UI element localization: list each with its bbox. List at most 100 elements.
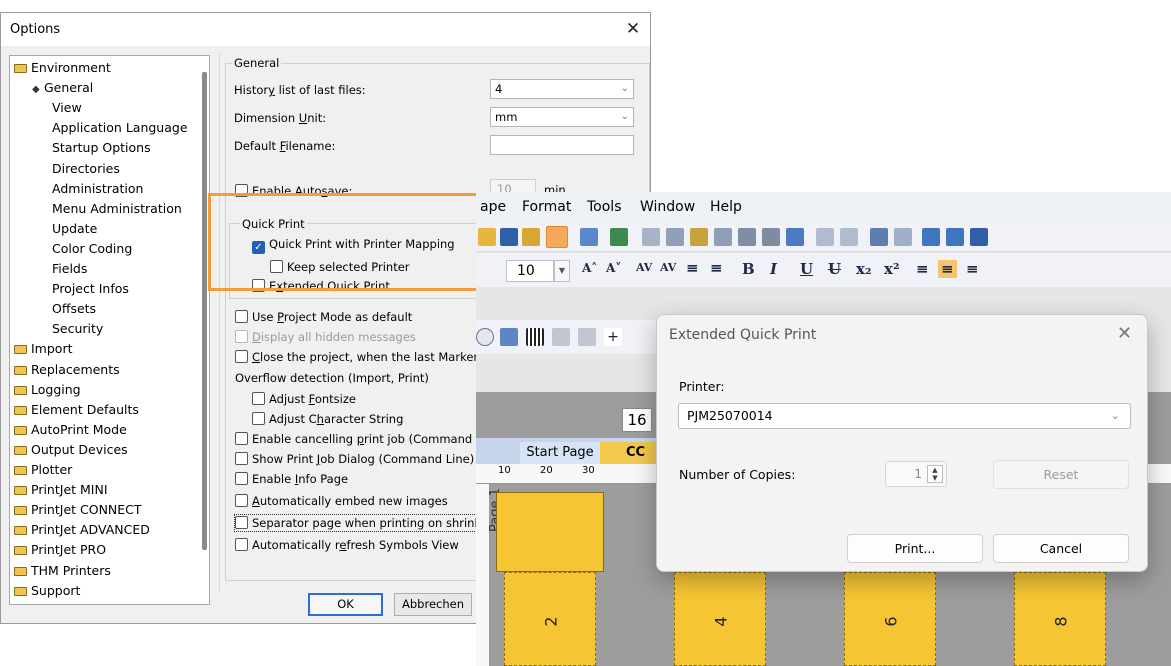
tree-item[interactable]: PrintJet CONNECT xyxy=(14,500,142,520)
menu-format[interactable]: Format xyxy=(522,192,571,222)
list-icon[interactable]: ≡ xyxy=(710,259,723,277)
counter-icon[interactable] xyxy=(552,328,570,346)
display-hidden-messages-checkbox[interactable]: Display all hidden messages xyxy=(235,329,416,345)
adjust-fontsize-checkbox[interactable]: Adjust Fontsize xyxy=(252,391,356,407)
undo-icon[interactable] xyxy=(870,228,888,246)
tree-item[interactable]: Replacements xyxy=(14,360,120,380)
ok-button[interactable]: OK xyxy=(308,593,383,616)
tree-item[interactable]: Application Language xyxy=(52,118,188,138)
print-button[interactable]: Print... xyxy=(847,534,983,563)
menu-shape[interactable]: ape xyxy=(480,192,506,222)
separator-page-checkbox[interactable]: Separator page when printing on shrink t… xyxy=(234,514,505,532)
char-spacing-icon[interactable]: AV xyxy=(636,261,652,274)
tree-item[interactable]: ◆ General xyxy=(32,78,93,98)
tree-item[interactable]: AutoPrint Mode xyxy=(14,420,127,440)
refresh-symbols-view-checkbox[interactable]: Automatically refresh Symbols View xyxy=(235,537,459,553)
image-icon[interactable] xyxy=(500,328,518,346)
symbols-icon[interactable] xyxy=(580,228,598,246)
reset-button[interactable]: Reset xyxy=(993,460,1129,489)
enable-cancelling-print-checkbox[interactable]: Enable cancelling print job (Command Lin… xyxy=(235,431,504,447)
tree-item[interactable]: Offsets xyxy=(52,299,96,319)
default-filename-input[interactable] xyxy=(490,135,634,155)
tree-item[interactable]: PrintJet PRO xyxy=(14,540,106,560)
paste-icon[interactable] xyxy=(690,228,708,246)
tree-item[interactable]: THM Printers xyxy=(14,561,111,581)
redo-icon[interactable] xyxy=(894,228,912,246)
snap-icon[interactable] xyxy=(970,228,988,246)
align-left-icon[interactable]: ≡ xyxy=(916,260,929,278)
tree-item[interactable]: PrintJet ADVANCED xyxy=(14,520,150,540)
align-center-icon[interactable]: ≡ xyxy=(938,260,957,278)
italic-button[interactable]: I xyxy=(770,260,777,278)
cancel-button[interactable]: Abbrechen xyxy=(394,593,472,616)
dimension-unit-select[interactable]: mm ⌄ xyxy=(490,107,634,127)
tree-item[interactable]: Plotter xyxy=(14,460,72,480)
strikethrough-button[interactable]: U xyxy=(828,260,841,278)
tree-item[interactable]: Startup Options xyxy=(52,138,151,158)
tree-item[interactable]: Element Defaults xyxy=(14,400,139,420)
open-project-icon[interactable] xyxy=(522,228,540,246)
printer-select[interactable]: PJM25070014 ⌄ xyxy=(678,403,1131,429)
font-size-input[interactable]: 10 xyxy=(506,260,554,282)
tree-item[interactable]: Import xyxy=(14,339,73,359)
group-icon[interactable] xyxy=(738,228,756,246)
tree-scrollbar[interactable] xyxy=(202,72,207,550)
tree-item[interactable]: Project Infos xyxy=(52,279,129,299)
cut-icon[interactable] xyxy=(666,228,684,246)
adjust-character-string-checkbox[interactable]: Adjust Character String xyxy=(252,411,403,427)
embed-new-images-checkbox[interactable]: Automatically embed new images xyxy=(235,493,448,509)
show-print-job-dialog-checkbox[interactable]: Show Print Job Dialog (Command Line) xyxy=(235,451,474,467)
use-project-mode-checkbox[interactable]: Use Project Mode as default xyxy=(235,309,412,325)
tree-item[interactable]: Output Devices xyxy=(14,440,128,460)
grow-font-icon[interactable]: A˄ xyxy=(582,261,597,275)
zoom-number-field[interactable]: 16 xyxy=(622,408,652,432)
menu-tools[interactable]: Tools xyxy=(587,192,622,222)
tree-item[interactable]: View xyxy=(52,98,82,118)
save-icon[interactable] xyxy=(500,228,518,246)
distribute-icon[interactable] xyxy=(840,228,858,246)
barcode-icon[interactable] xyxy=(526,328,544,346)
tree-item[interactable]: Update xyxy=(52,219,97,239)
delete-icon[interactable] xyxy=(762,228,780,246)
tree-item[interactable]: Color Coding xyxy=(52,239,132,259)
tab-cc[interactable]: CC xyxy=(600,442,660,464)
tab-start-page[interactable]: Start Page xyxy=(520,442,600,464)
paste-special-icon[interactable] xyxy=(714,228,732,246)
check-icon[interactable] xyxy=(786,228,804,246)
tree-item[interactable]: PrintJet MINI xyxy=(14,480,108,500)
copy-icon[interactable] xyxy=(642,228,660,246)
spin-arrows-icon[interactable]: ▲ ▼ xyxy=(927,465,943,483)
chart-icon[interactable] xyxy=(610,228,628,246)
options-category-tree[interactable]: Environment ◆ General View Application Langu… xyxy=(9,55,210,605)
ellipse-icon[interactable] xyxy=(476,328,494,346)
align-icon[interactable] xyxy=(816,228,834,246)
chevron-down-icon[interactable]: ▼ xyxy=(554,260,570,282)
superscript-button[interactable]: x² xyxy=(884,260,900,278)
tree-item[interactable]: Menu Administration xyxy=(52,199,182,219)
subscript-button[interactable]: x₂ xyxy=(856,260,872,278)
tree-item[interactable]: Directories xyxy=(52,159,120,179)
enable-info-page-checkbox[interactable]: Enable Info Page xyxy=(235,471,348,487)
tree-item[interactable]: Administration xyxy=(52,179,143,199)
tree-item[interactable]: Security xyxy=(52,319,103,339)
close-project-checkbox[interactable]: Close the project, when the last Marker … xyxy=(235,349,494,365)
find-icon[interactable] xyxy=(922,228,940,246)
open-icon[interactable] xyxy=(478,228,496,246)
copies-stepper[interactable]: 1 ▲ ▼ xyxy=(885,461,947,487)
close-icon[interactable]: ✕ xyxy=(619,16,647,42)
tree-item[interactable]: Logging xyxy=(14,380,81,400)
grid-icon[interactable] xyxy=(946,228,964,246)
bold-button[interactable]: B xyxy=(742,260,755,278)
tree-item[interactable]: Environment xyxy=(14,58,111,78)
underline-button[interactable]: U xyxy=(800,260,813,278)
quick-print-icon[interactable] xyxy=(546,226,568,248)
tree-item[interactable]: Fields xyxy=(52,259,87,279)
close-icon[interactable]: ✕ xyxy=(1117,323,1132,344)
history-count-select[interactable]: 4 ⌄ xyxy=(490,79,634,99)
menu-window[interactable]: Window xyxy=(640,192,695,222)
char-width-icon[interactable]: AV xyxy=(660,261,676,274)
cancel-button[interactable]: Cancel xyxy=(993,534,1129,563)
menu-help[interactable]: Help xyxy=(710,192,742,222)
shrink-font-icon[interactable]: A˅ xyxy=(606,261,621,275)
sequence-icon[interactable] xyxy=(578,328,596,346)
